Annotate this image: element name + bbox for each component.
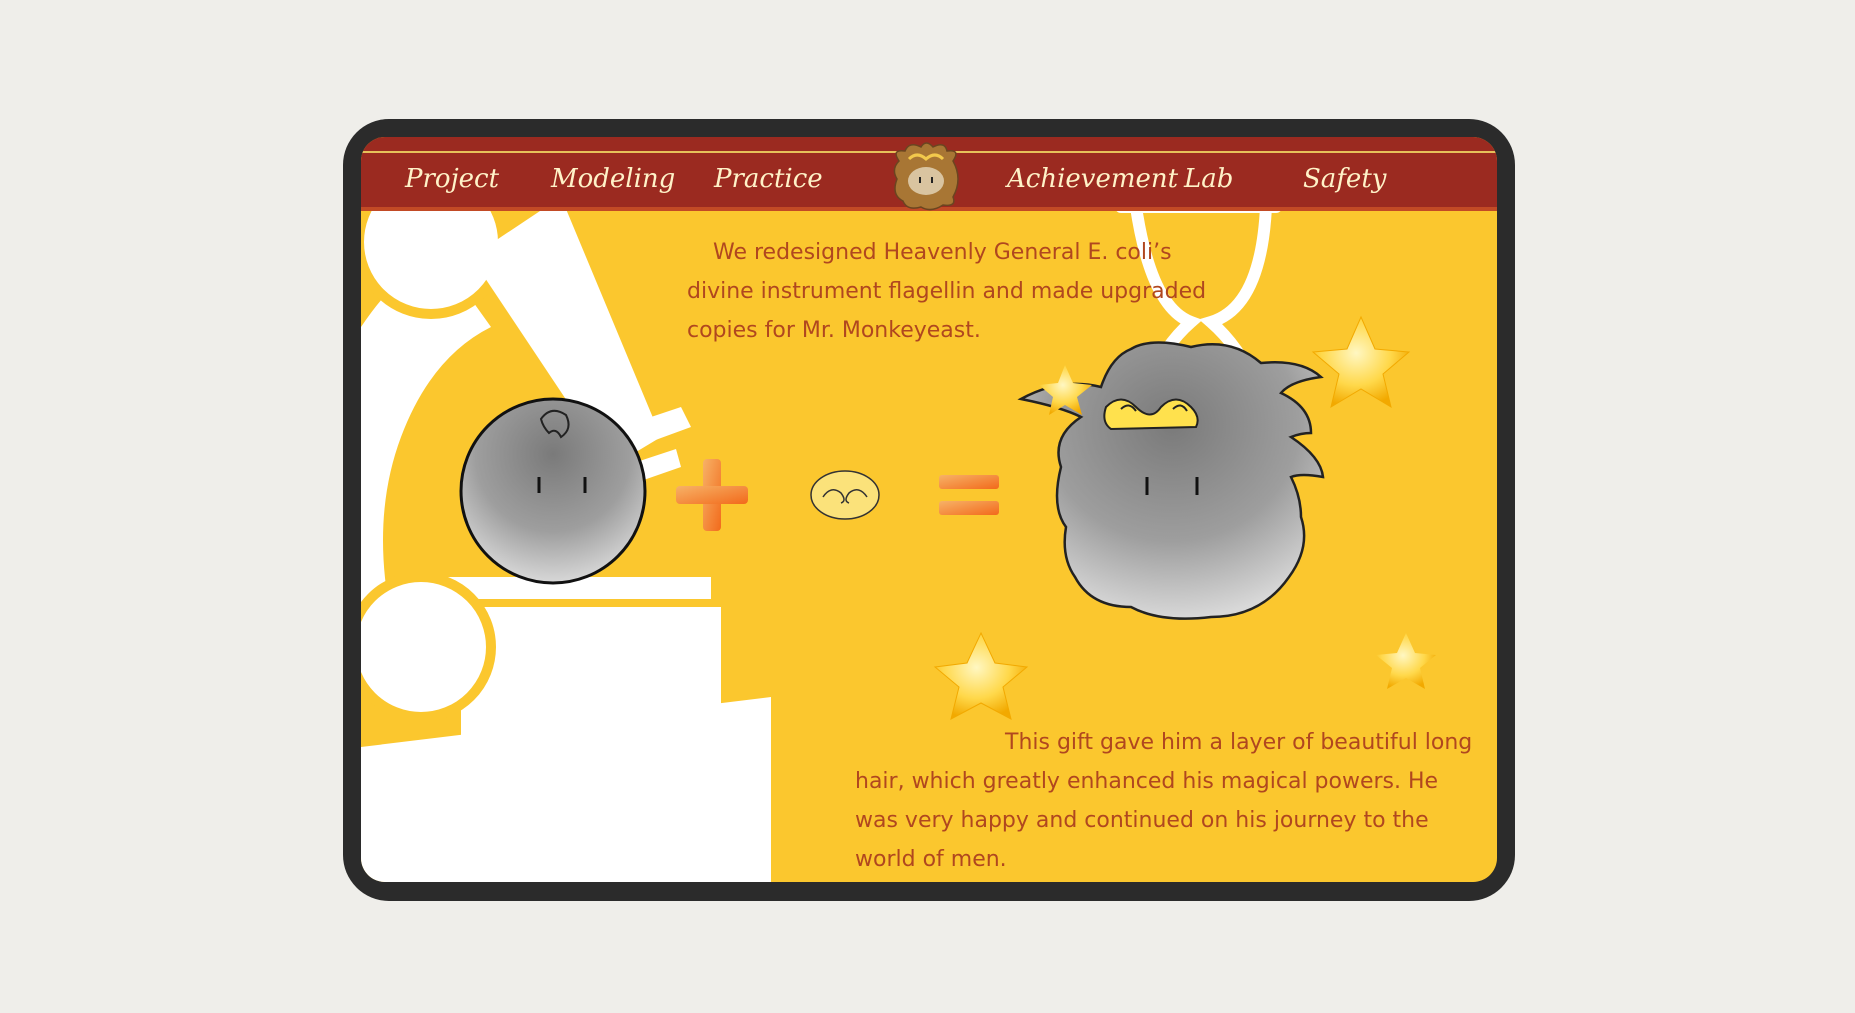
- star-icon: [1376, 633, 1436, 689]
- web-page: Project Modeling Practice Achievement La…: [361, 137, 1497, 882]
- yeast-character-icon: [459, 397, 647, 585]
- equals-icon: [939, 475, 999, 515]
- flagellin-circlet-icon: [810, 470, 880, 520]
- star-icon: [1311, 315, 1411, 409]
- star-icon: [933, 631, 1029, 720]
- plus-icon: [676, 459, 748, 531]
- outro-text: This gift gave him a layer of beautiful …: [855, 730, 1473, 872]
- tablet-frame: Project Modeling Practice Achievement La…: [343, 119, 1515, 901]
